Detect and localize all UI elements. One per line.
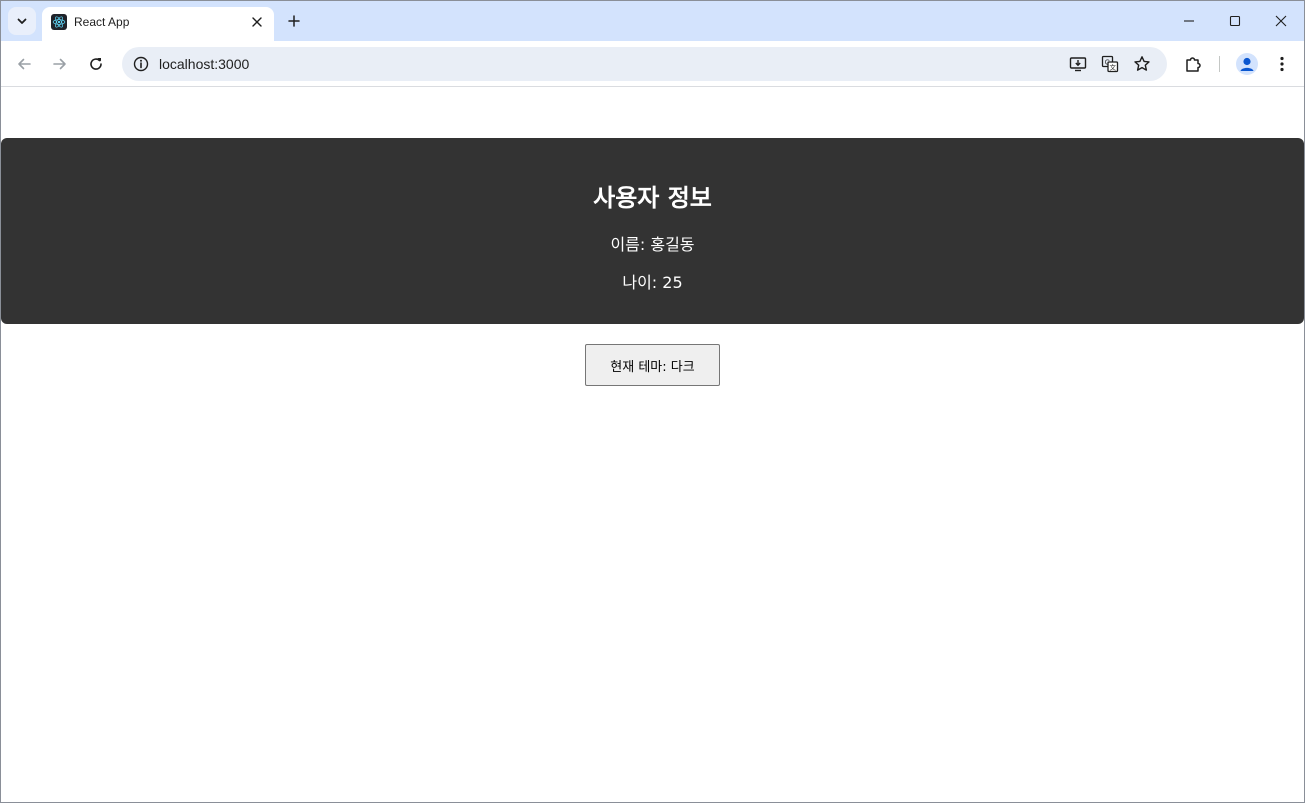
maximize-icon bbox=[1229, 15, 1241, 27]
forward-button[interactable] bbox=[46, 50, 74, 78]
chevron-down-icon bbox=[17, 18, 27, 24]
profile-avatar[interactable] bbox=[1236, 53, 1258, 75]
toolbar-divider bbox=[1219, 56, 1220, 72]
react-logo-icon bbox=[51, 14, 67, 30]
maximize-button[interactable] bbox=[1212, 1, 1258, 41]
tab-close-button[interactable] bbox=[248, 13, 266, 31]
card-title: 사용자 정보 bbox=[593, 184, 712, 212]
translate-button[interactable]: G文 bbox=[1099, 53, 1121, 75]
install-app-icon bbox=[1069, 57, 1087, 72]
close-icon bbox=[1275, 15, 1287, 27]
address-bar[interactable]: localhost:3000 G文 bbox=[122, 47, 1167, 81]
tab-title: React App bbox=[74, 15, 130, 29]
arrow-right-icon bbox=[53, 58, 66, 70]
plus-icon bbox=[288, 15, 300, 27]
url-text: localhost:3000 bbox=[159, 56, 250, 72]
reload-button[interactable] bbox=[82, 50, 110, 78]
puzzle-icon bbox=[1186, 57, 1201, 72]
back-button[interactable] bbox=[10, 50, 38, 78]
theme-toggle-button[interactable]: 현재 테마: 다크 bbox=[585, 344, 720, 386]
tab-search-button[interactable] bbox=[8, 7, 36, 35]
browser-toolbar: localhost:3000 G文 bbox=[1, 41, 1304, 87]
close-icon bbox=[252, 17, 262, 27]
reload-icon bbox=[90, 58, 102, 70]
close-window-button[interactable] bbox=[1258, 1, 1304, 41]
minimize-icon bbox=[1184, 20, 1194, 22]
page-viewport: 사용자 정보 이름: 홍길동 나이: 25 현재 테마: 다크 bbox=[1, 88, 1304, 802]
new-tab-button[interactable] bbox=[283, 10, 305, 32]
person-icon bbox=[1240, 57, 1254, 71]
extensions-button[interactable] bbox=[1181, 52, 1205, 76]
user-age: 나이: 25 bbox=[622, 273, 683, 292]
tab-active[interactable]: React App bbox=[42, 7, 274, 41]
user-info-card: 사용자 정보 이름: 홍길동 나이: 25 bbox=[1, 138, 1304, 324]
bookmark-button[interactable] bbox=[1131, 53, 1153, 75]
translate-icon: G文 bbox=[1101, 55, 1119, 73]
arrow-left-icon bbox=[18, 58, 31, 70]
minimize-button[interactable] bbox=[1166, 1, 1212, 41]
tab-strip: React App bbox=[1, 1, 1304, 41]
more-vertical-icon bbox=[1280, 56, 1284, 72]
svg-text:文: 文 bbox=[1109, 63, 1116, 72]
browser-window: React App localhost:3000 文 사용자 정보 이름: 홍길… bbox=[0, 0, 1305, 803]
browser-menu-button[interactable] bbox=[1270, 52, 1294, 76]
install-app-button[interactable] bbox=[1067, 53, 1089, 75]
info-icon bbox=[133, 56, 149, 72]
site-info-button[interactable] bbox=[130, 53, 152, 75]
star-icon bbox=[1134, 56, 1150, 71]
user-name: 이름: 홍길동 bbox=[610, 235, 695, 254]
